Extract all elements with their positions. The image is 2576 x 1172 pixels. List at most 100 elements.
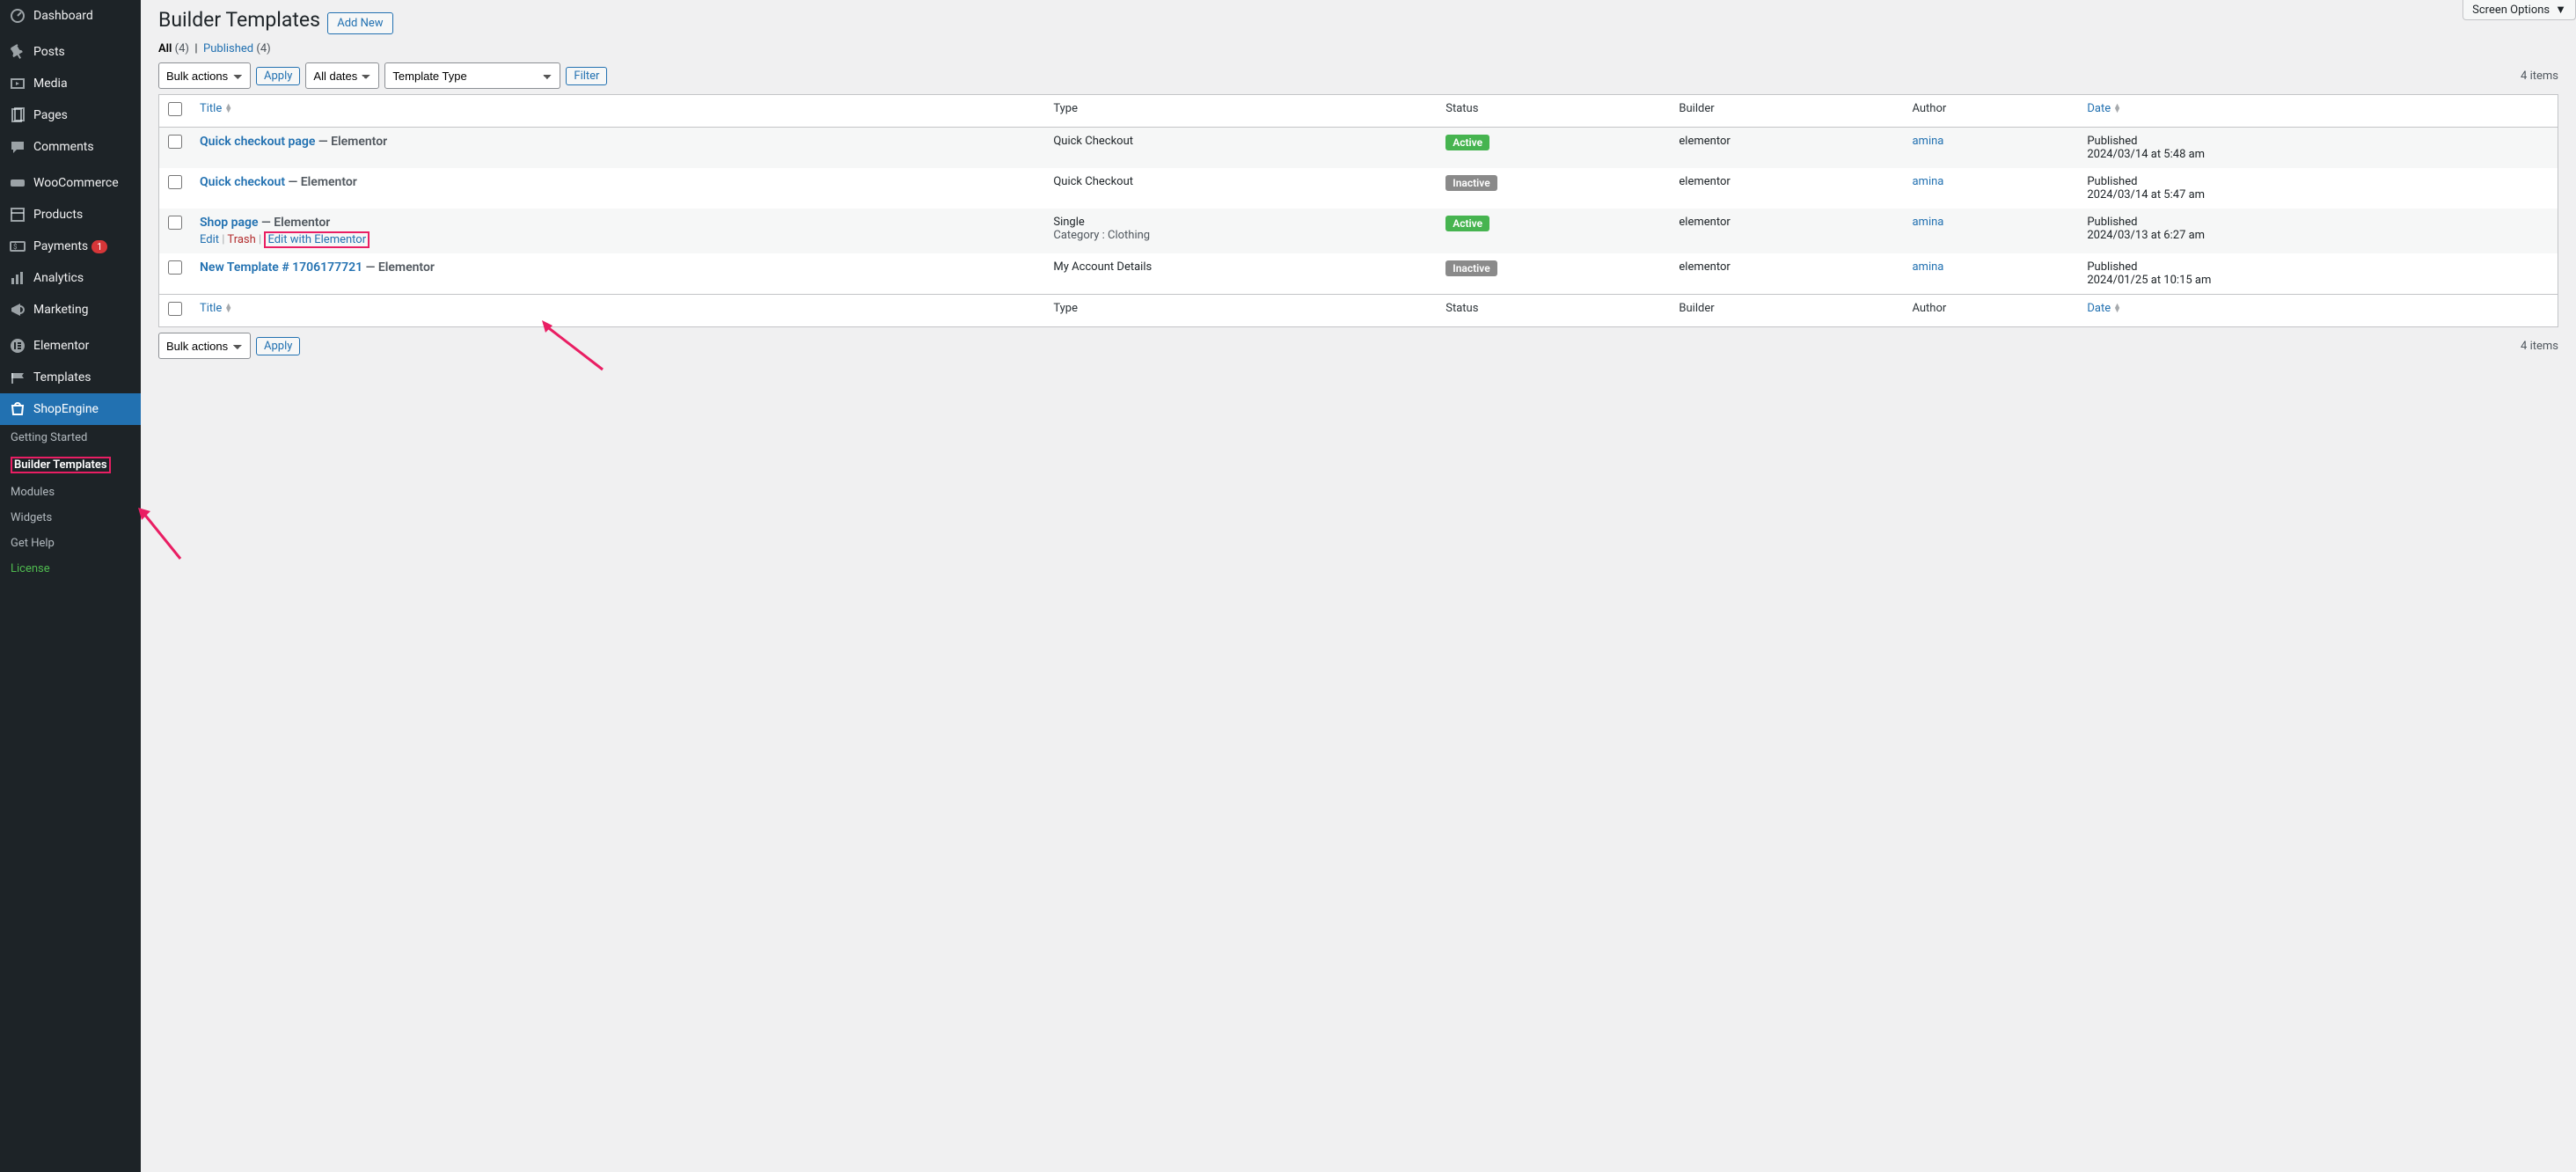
tablenav-top: Bulk actions Apply All dates Template Ty… <box>158 62 2558 89</box>
comments-icon <box>9 138 26 156</box>
row-checkbox[interactable] <box>168 260 182 275</box>
sidebar-sub-label: Builder Templates <box>11 457 111 473</box>
sidebar-item-comments[interactable]: Comments <box>0 131 141 163</box>
status-badge: Inactive <box>1445 260 1497 276</box>
row-type: Quick Checkout <box>1053 175 1428 188</box>
pin-icon <box>9 43 26 61</box>
sidebar-item-elementor[interactable]: Elementor <box>0 330 141 362</box>
filter-published-link[interactable]: Published <box>203 42 253 55</box>
page-title: Builder Templates <box>158 0 320 35</box>
row-checkbox[interactable] <box>168 175 182 189</box>
row-title-link[interactable]: Quick checkout page <box>200 135 315 149</box>
col-title-sort[interactable]: Title <box>200 102 222 115</box>
sidebar-item-media[interactable]: Media <box>0 68 141 99</box>
apply-bulk-button-bottom[interactable]: Apply <box>256 337 300 355</box>
marketing-icon <box>9 301 26 319</box>
row-type: Quick Checkout <box>1053 135 1428 148</box>
row-action-edit[interactable]: Edit <box>200 233 219 246</box>
items-count-top: 4 items <box>2521 70 2558 83</box>
sidebar-item-label: Posts <box>33 45 65 59</box>
sidebar-sub-label: Getting Started <box>11 431 87 444</box>
row-checkbox[interactable] <box>168 135 182 149</box>
bulk-actions-select-bottom[interactable]: Bulk actions <box>158 333 251 359</box>
sidebar-item-posts[interactable]: Posts <box>0 36 141 68</box>
row-author-link[interactable]: amina <box>1912 175 1943 188</box>
sidebar-item-templates[interactable]: Templates <box>0 362 141 393</box>
col-date-sort-foot[interactable]: Date <box>2087 302 2111 315</box>
sidebar-item-analytics[interactable]: Analytics <box>0 262 141 294</box>
row-author-link[interactable]: amina <box>1912 260 1943 274</box>
screen-options-label: Screen Options <box>2472 4 2550 17</box>
sidebar-sub-builder-templates[interactable]: Builder Templates <box>0 450 141 480</box>
col-title-sort-foot[interactable]: Title <box>200 302 222 315</box>
sidebar-item-label: Payments <box>33 239 88 253</box>
date-filter-select[interactable]: All dates <box>305 62 379 89</box>
sidebar-sub-label: Modules <box>11 486 55 499</box>
row-builder: elementor <box>1679 135 1730 148</box>
row-date-label: Published <box>2087 135 2549 148</box>
apply-bulk-button[interactable]: Apply <box>256 67 300 85</box>
sidebar-sub-license[interactable]: License <box>0 556 141 582</box>
sidebar-item-label: Media <box>33 77 68 91</box>
row-title-suffix: — Elementor <box>285 175 357 189</box>
row-date-value: 2024/03/14 at 5:48 am <box>2087 148 2549 161</box>
sidebar-item-shopengine[interactable]: ShopEngine <box>0 393 141 425</box>
sidebar-sub-getting-started[interactable]: Getting Started <box>0 425 141 450</box>
sidebar-sub-label: Widgets <box>11 511 52 524</box>
row-date-value: 2024/01/25 at 10:15 am <box>2087 274 2549 287</box>
admin-sidebar: Dashboard Posts Media Pages Comments WooComme… <box>0 0 141 1172</box>
sidebar-item-woocommerce[interactable]: WooCommerce <box>0 167 141 199</box>
row-author-link[interactable]: amina <box>1912 216 1943 229</box>
row-checkbox[interactable] <box>168 216 182 230</box>
table-row: New Template # 1706177721 — ElementorMy … <box>159 253 2558 294</box>
sidebar-item-products[interactable]: Products <box>0 199 141 231</box>
row-type: Single <box>1053 216 1428 229</box>
sidebar-item-label: WooCommerce <box>33 176 119 190</box>
filter-all-link[interactable]: All <box>158 42 172 55</box>
add-new-button[interactable]: Add New <box>327 12 392 34</box>
sidebar-sub-modules[interactable]: Modules <box>0 480 141 505</box>
chevron-down-icon: ▼ <box>2555 3 2566 17</box>
tablenav-bottom: Bulk actions Apply 4 items <box>158 333 2558 359</box>
sidebar-sub-get-help[interactable]: Get Help <box>0 531 141 556</box>
table-row: Quick checkout — Elementor Quick Checkout… <box>159 168 2558 209</box>
row-author-link[interactable]: amina <box>1912 135 1943 148</box>
sidebar-sub-label: License <box>11 562 50 575</box>
sidebar-item-dashboard[interactable]: Dashboard <box>0 0 141 32</box>
sidebar-item-label: Marketing <box>33 303 89 317</box>
col-type-foot: Type <box>1053 302 1078 315</box>
sidebar-badge: 1 <box>91 240 107 253</box>
row-action-edit-with-elementor[interactable]: Edit with Elementor <box>264 231 370 248</box>
payments-icon: $ <box>9 238 26 255</box>
row-date-value: 2024/03/13 at 6:27 am <box>2087 229 2549 242</box>
sidebar-item-label: Pages <box>33 108 68 122</box>
sidebar-item-label: Comments <box>33 140 94 154</box>
sidebar-item-pages[interactable]: Pages <box>0 99 141 131</box>
sidebar-item-label: Dashboard <box>33 9 93 23</box>
template-type-select[interactable]: Template Type <box>384 62 560 89</box>
row-date-label: Published <box>2087 175 2549 188</box>
row-title-link[interactable]: New Template # 1706177721 <box>200 260 362 275</box>
row-action-trash[interactable]: Trash <box>227 233 255 246</box>
col-builder-foot: Builder <box>1679 302 1714 315</box>
col-status: Status <box>1445 102 1478 115</box>
select-all-checkbox-top[interactable] <box>168 102 182 116</box>
select-all-checkbox-bottom[interactable] <box>168 302 182 316</box>
screen-options-button[interactable]: Screen Options ▼ <box>2463 0 2576 20</box>
sidebar-item-payments[interactable]: $ Payments1 <box>0 231 141 262</box>
sidebar-sub-label: Get Help <box>11 537 55 550</box>
filter-published-count: (4) <box>256 42 270 55</box>
sidebar-sub-widgets[interactable]: Widgets <box>0 505 141 531</box>
products-icon <box>9 206 26 223</box>
row-title-link[interactable]: Quick checkout <box>200 175 285 189</box>
woo-icon <box>9 174 26 192</box>
sidebar-item-label: Templates <box>33 370 91 385</box>
filter-button[interactable]: Filter <box>566 67 607 85</box>
bulk-actions-select[interactable]: Bulk actions <box>158 62 251 89</box>
sidebar-item-marketing[interactable]: Marketing <box>0 294 141 326</box>
row-actions: Edit | Trash | Edit with Elementor <box>200 233 1036 246</box>
sort-icon: ▲▼ <box>2113 304 2121 313</box>
row-title-link[interactable]: Shop page <box>200 216 259 230</box>
col-date-sort[interactable]: Date <box>2087 102 2111 115</box>
view-filters: All (4) | Published (4) <box>158 42 2558 55</box>
